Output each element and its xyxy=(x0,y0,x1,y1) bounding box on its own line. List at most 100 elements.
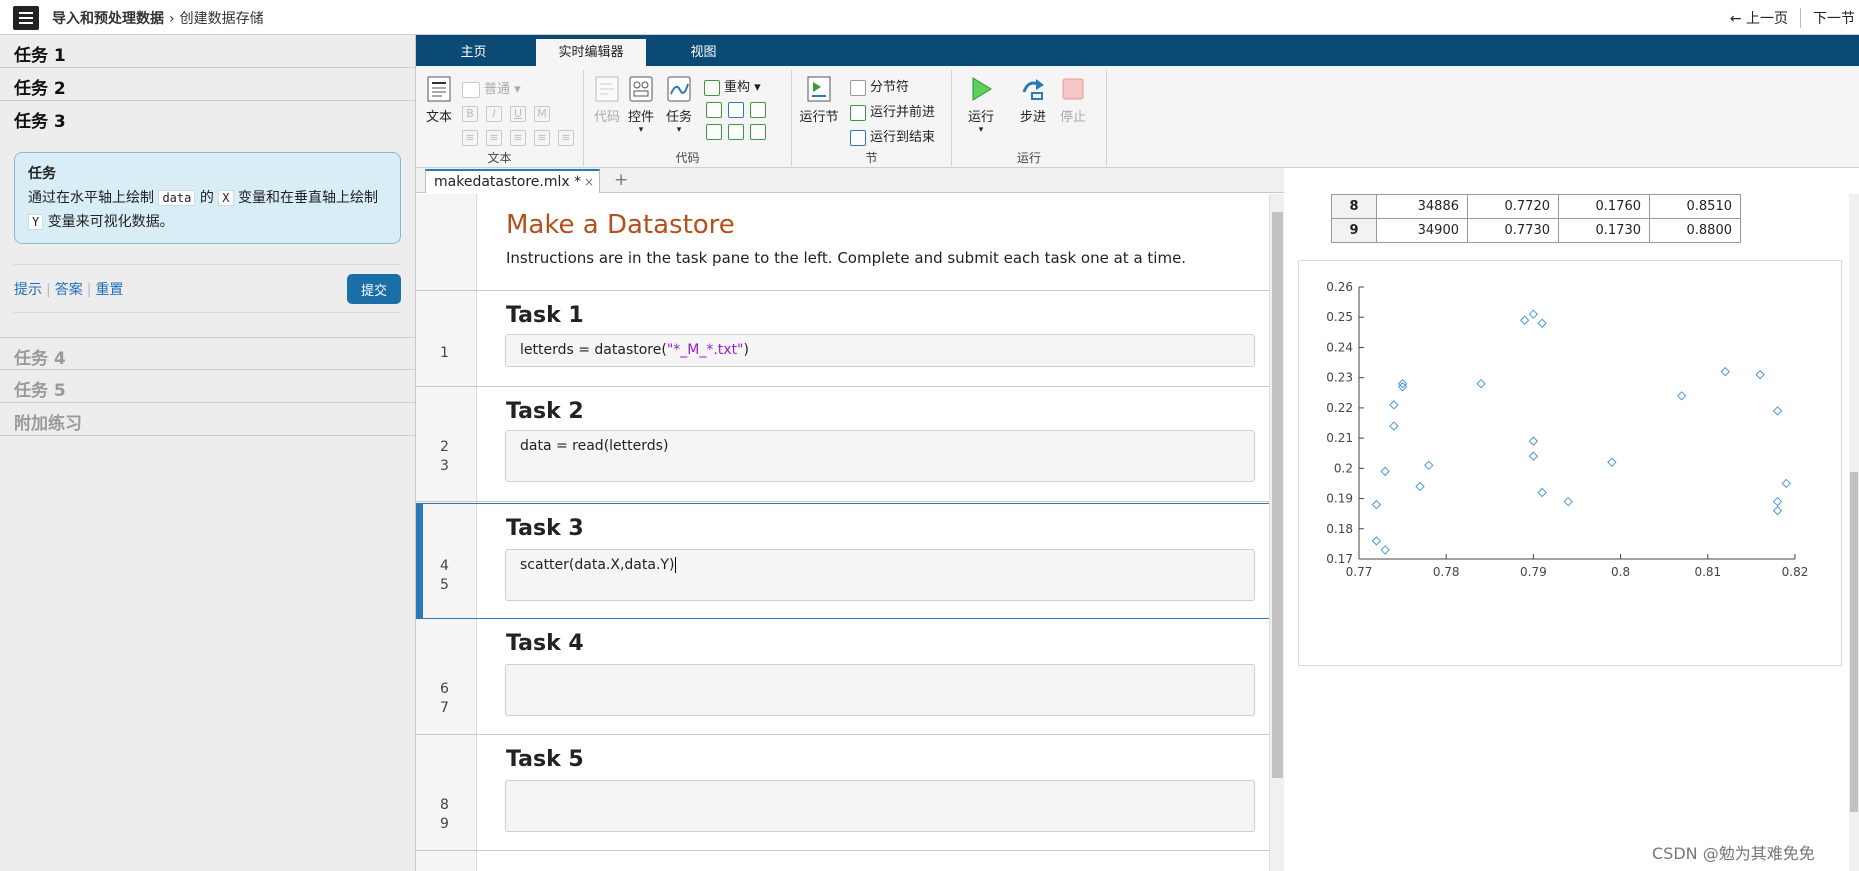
section-title: Task 1 xyxy=(506,303,584,328)
scatter-plot-svg: 0.17 0.18 0.19 0.2 0.21 0.22 0.23 0.24 0.25 0.26 0… xyxy=(1326,280,1808,579)
scatter-point xyxy=(1781,478,1791,489)
x-tick-label: 0.79 xyxy=(1520,565,1547,579)
section-title: Task 2 xyxy=(506,399,584,424)
y-tick-label: 0.25 xyxy=(1326,310,1353,324)
editor-scrollbar[interactable] xyxy=(1269,194,1284,871)
scatter-point xyxy=(1676,391,1687,401)
prev-page-link[interactable]: ← 上一页 xyxy=(1730,8,1801,28)
run-to-end-button[interactable]: 运行到结束 xyxy=(850,126,935,146)
add-tab-icon[interactable]: + xyxy=(614,170,628,190)
next-page-link[interactable]: 下一节 xyxy=(1801,8,1859,28)
step-button[interactable]: 步进 xyxy=(1014,76,1052,125)
code-block[interactable]: scatter(data.X,data.Y) xyxy=(505,549,1255,601)
y-tick-label: 0.2 xyxy=(1334,461,1353,475)
run-and-advance-label: 运行并前进 xyxy=(870,105,936,120)
section-break-icon xyxy=(850,79,866,96)
scatter-point xyxy=(1755,369,1765,380)
instructions-text: Instructions are in the task pane to the… xyxy=(506,249,1187,267)
breadcrumb-page: 创建数据存储 xyxy=(179,11,264,27)
code-text: data = read(letterds) xyxy=(520,438,669,454)
run-group-label: 运行 xyxy=(1016,151,1041,165)
code-block[interactable] xyxy=(505,780,1255,832)
tab-home[interactable]: 主页 xyxy=(436,39,511,66)
scatter-point xyxy=(1528,436,1539,446)
ribbon-toolbar: 文本 普通 ▾ B I U M ≡ ≡ ≡ ≡ ≡ 文本 代码 控件 ▾ 任务 … xyxy=(416,66,1859,168)
section-group-label: 节 xyxy=(865,151,878,165)
editor-scrollbar-thumb[interactable] xyxy=(1272,212,1283,778)
run-and-advance-button[interactable]: 运行并前进 xyxy=(850,101,935,121)
menu-icon[interactable] xyxy=(13,6,39,30)
task-instruction-card: 任务 通过在水平轴上绘制 data 的 X 变量和在垂直轴上绘制 Y 变量来可视… xyxy=(14,152,401,244)
scatter-point xyxy=(1528,309,1539,319)
text-cursor xyxy=(675,557,677,573)
code-text: scatter(data.X,data.Y) xyxy=(520,557,675,573)
text-button[interactable]: 文本 xyxy=(420,76,458,125)
control-icon xyxy=(628,76,654,102)
section-title: Task 3 xyxy=(506,516,584,541)
task-code-data: data xyxy=(158,190,196,206)
refactor-icon xyxy=(704,79,720,96)
document-tab[interactable]: makedatastore.mlx * × xyxy=(425,169,600,193)
breadcrumb-course[interactable]: 导入和预处理数据 xyxy=(52,11,164,27)
close-tab-icon[interactable]: × xyxy=(584,175,594,189)
tab-live-editor[interactable]: 实时编辑器 xyxy=(536,39,646,66)
code-block[interactable] xyxy=(505,664,1255,716)
section-break-button[interactable]: 分节符 xyxy=(850,76,909,96)
section-title: Task 4 xyxy=(506,631,584,656)
output-scrollbar-thumb[interactable] xyxy=(1850,472,1858,812)
run-to-end-label: 运行到结束 xyxy=(870,130,936,145)
section-title: Task 5 xyxy=(506,747,584,772)
line-number: 9 xyxy=(440,816,449,832)
submit-button[interactable]: 提交 xyxy=(347,274,401,304)
increase-indent-icon[interactable] xyxy=(728,124,744,140)
code-block[interactable]: data = read(letterds) xyxy=(505,430,1255,482)
code-button: 代码 xyxy=(588,76,626,125)
bullet-list-icon: ≡ xyxy=(462,130,478,146)
wrap-comment-icon[interactable] xyxy=(750,102,766,118)
comment-icon[interactable] xyxy=(706,102,722,118)
live-editor[interactable]: Make a Datastore Instructions are in the… xyxy=(416,194,1269,871)
task-icon xyxy=(666,76,692,102)
scatter-point xyxy=(1607,457,1617,467)
table-row: 9 34900 0.7730 0.1730 0.8800 xyxy=(1331,218,1741,243)
stop-label: 停止 xyxy=(1059,110,1086,125)
run-button[interactable]: 运行 ▾ xyxy=(962,76,1000,135)
scatter-plot[interactable]: 0.17 0.18 0.19 0.2 0.21 0.22 0.23 0.24 0.25 0.26 0… xyxy=(1298,260,1842,666)
task-item-2[interactable]: 任务 2 xyxy=(0,68,415,101)
line-number: 4 xyxy=(440,558,449,574)
answer-link[interactable]: 答案 xyxy=(55,282,83,298)
scatter-point xyxy=(1563,496,1573,507)
scatter-point xyxy=(1720,366,1730,377)
output-scrollbar[interactable] xyxy=(1849,194,1859,871)
numbered-list-icon: ≡ xyxy=(486,130,502,146)
task-pane: 任务 1 任务 2 任务 3 任务 通过在水平轴上绘制 data 的 X 变量和… xyxy=(0,35,416,871)
task-card-heading: 任务 xyxy=(28,166,56,182)
uncomment-icon[interactable] xyxy=(728,102,744,118)
run-section-button[interactable]: 运行节 xyxy=(796,76,842,125)
indent-icon[interactable] xyxy=(706,124,722,140)
line-number: 1 xyxy=(440,345,449,361)
tab-view[interactable]: 视图 xyxy=(666,39,741,66)
active-section-indicator xyxy=(416,504,423,618)
scatter-point xyxy=(1371,536,1382,546)
run-icon xyxy=(968,76,994,102)
refactor-dropdown[interactable]: 重构 ▾ xyxy=(704,76,761,96)
task-button[interactable]: 任务 ▾ xyxy=(660,76,698,135)
x-tick-label: 0.78 xyxy=(1433,565,1460,579)
code-text: letterds = datastore( xyxy=(520,342,667,358)
scatter-point xyxy=(1772,505,1783,516)
italic-icon: I xyxy=(486,106,502,122)
task-item-3[interactable]: 任务 3 xyxy=(0,101,415,134)
task-item-extra-practice: 附加练习 xyxy=(0,403,415,436)
refactor-label: 重构 xyxy=(724,80,751,95)
page-navigation: ← 上一页 下一节 xyxy=(1730,8,1859,28)
scatter-point xyxy=(1415,481,1425,492)
decrease-indent-icon[interactable] xyxy=(750,124,766,140)
control-button[interactable]: 控件 ▾ xyxy=(622,76,660,135)
hint-link[interactable]: 提示 xyxy=(14,282,42,298)
reset-link[interactable]: 重置 xyxy=(95,282,123,298)
style-icon xyxy=(462,81,480,98)
table-cell: 0.7730 xyxy=(1467,218,1559,243)
task-item-1[interactable]: 任务 1 xyxy=(0,35,415,68)
code-block[interactable]: letterds = datastore("*_M_*.txt") xyxy=(505,334,1255,367)
